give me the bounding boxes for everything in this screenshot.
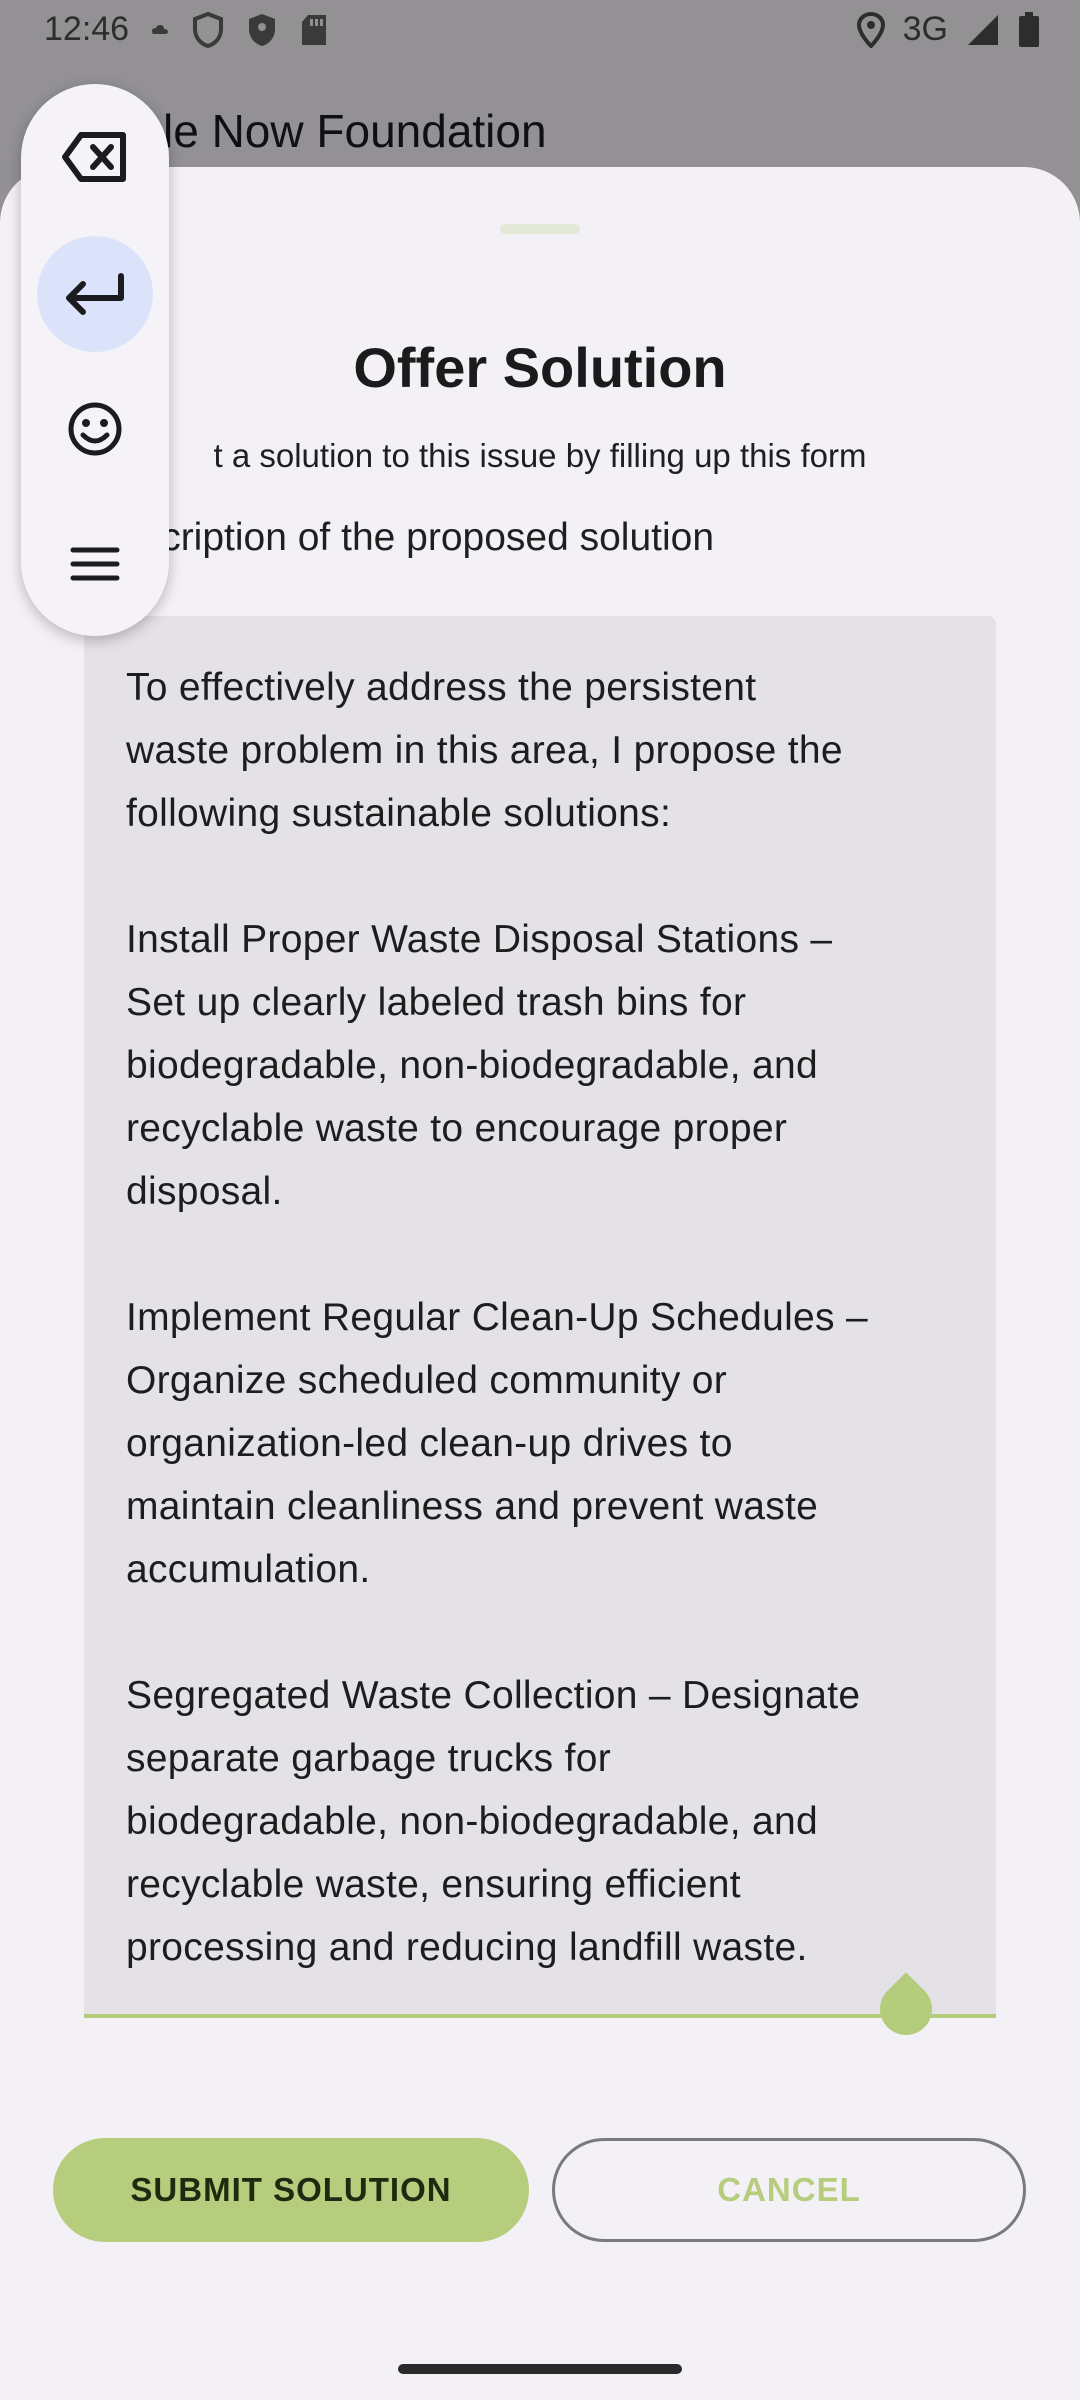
cloud-icon [152,25,168,34]
menu-icon [70,547,120,581]
menu-button[interactable] [37,506,153,622]
status-right: 3G [856,10,1040,49]
sd-card-icon [302,15,326,45]
cancel-button[interactable]: CANCEL [552,2138,1026,2242]
shield-icon [193,12,223,48]
battery-icon [1019,11,1039,47]
solution-description-field[interactable]: To effectively address the persistent wa… [84,616,996,2018]
floating-keyboard-toolbar [21,84,169,636]
signal-icon [968,14,998,45]
drag-handle[interactable] [500,224,580,234]
status-left-icons [150,12,328,48]
home-indicator[interactable] [398,2364,682,2374]
status-time: 12:46 [44,10,130,48]
enter-button[interactable] [37,236,153,352]
status-bar: 12:46 3G [0,0,1080,64]
emoji-icon [68,402,122,456]
network-type: 3G [902,10,948,48]
location-icon [856,11,885,48]
emoji-button[interactable] [37,371,153,487]
backspace-button[interactable] [37,99,153,215]
shield-filled-icon [249,14,275,46]
solution-description-label: escription of the proposed solution [120,516,715,559]
submit-solution-button[interactable]: SUBMIT SOLUTION [53,2138,529,2242]
backspace-icon [62,132,126,182]
solution-description-text[interactable]: To effectively address the persistent wa… [126,656,966,1979]
enter-icon [66,273,124,315]
